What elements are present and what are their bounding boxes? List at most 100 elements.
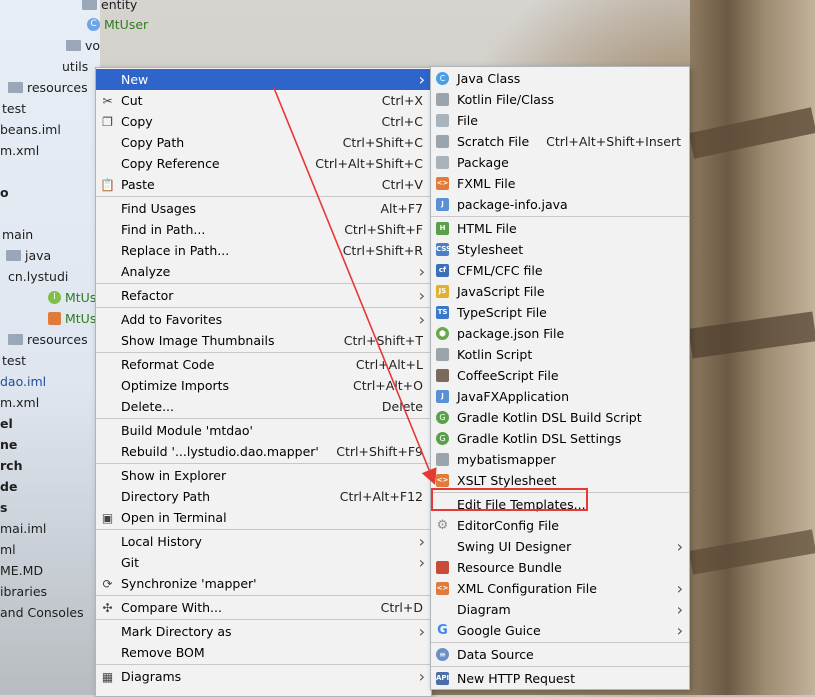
menu-item-coffeescript-file[interactable]: CoffeeScript File <box>431 365 689 386</box>
tree-item[interactable]: ne <box>0 437 17 452</box>
api-icon: API <box>435 671 450 686</box>
tree-item[interactable]: resources <box>8 80 88 95</box>
menu-item-fxml-file[interactable]: <> FXML File <box>431 173 689 194</box>
menu-item-google-guice[interactable]: G Google Guice › <box>431 620 689 641</box>
tree-item[interactable]: ibraries <box>0 584 47 599</box>
menu-item-find-usages[interactable]: Find Usages Alt+F7 <box>96 198 431 219</box>
menu-item-new-http-request[interactable]: API New HTTP Request <box>431 668 689 689</box>
tree-item[interactable]: m.xml <box>0 143 39 158</box>
menu-item-add-to-favorites[interactable]: Add to Favorites › <box>96 309 431 330</box>
menu-item-label: mybatismapper <box>457 452 556 467</box>
menu-item-copy-reference[interactable]: Copy Reference Ctrl+Alt+Shift+C <box>96 153 431 174</box>
menu-item-directory-path[interactable]: Directory Path Ctrl+Alt+F12 <box>96 486 431 507</box>
menu-item-label: HTML File <box>457 221 517 236</box>
tree-item[interactable]: entity <box>82 0 137 12</box>
menu-item-find-in-path[interactable]: Find in Path... Ctrl+Shift+F <box>96 219 431 240</box>
tree-item[interactable]: rch <box>0 458 22 473</box>
menu-item-mybatismapper[interactable]: mybatismapper <box>431 449 689 470</box>
menu-item-package[interactable]: Package <box>431 152 689 173</box>
menu-separator <box>96 418 431 419</box>
tree-item[interactable]: cn.lystudi <box>8 269 68 284</box>
tree-item[interactable]: ml <box>0 542 16 557</box>
menu-item-optimize-imports[interactable]: Optimize Imports Ctrl+Alt+O <box>96 375 431 396</box>
menu-item-open-in-terminal[interactable]: ▣ Open in Terminal <box>96 507 431 528</box>
menu-item-label: Git <box>121 555 140 570</box>
shortcut-label: Ctrl+Alt+F12 <box>339 489 423 504</box>
tree-item[interactable]: and Consoles <box>0 605 84 620</box>
menu-separator <box>96 664 431 665</box>
tree-item[interactable]: de <box>0 479 17 494</box>
tree-item[interactable]: mai.iml <box>0 521 46 536</box>
menu-item-local-history[interactable]: Local History › <box>96 531 431 552</box>
menu-item-xml-configuration-file[interactable]: <> XML Configuration File › <box>431 578 689 599</box>
menu-item-remove-bom[interactable]: Remove BOM <box>96 642 431 663</box>
menu-item-javascript-file[interactable]: JS JavaScript File <box>431 281 689 302</box>
shortcut-label: Ctrl+V <box>381 177 423 192</box>
menu-item-replace-in-path[interactable]: Replace in Path... Ctrl+Shift+R <box>96 240 431 261</box>
menu-item-synchronize-mapper[interactable]: ⟳ Synchronize 'mapper' <box>96 573 431 594</box>
menu-item-java-class[interactable]: C Java Class <box>431 68 689 89</box>
menu-item-editorconfig-file[interactable]: ⚙ EditorConfig File <box>431 515 689 536</box>
menu-item-copy[interactable]: ❐ Copy Ctrl+C <box>96 111 431 132</box>
tree-item[interactable]: resources <box>8 332 88 347</box>
menu-item-diagram[interactable]: Diagram › <box>431 599 689 620</box>
menu-item-refactor[interactable]: Refactor › <box>96 285 431 306</box>
menu-item-kotlin-script[interactable]: Kotlin Script <box>431 344 689 365</box>
menu-item-html-file[interactable]: H HTML File <box>431 218 689 239</box>
chevron-right-icon: › <box>676 579 683 598</box>
tree-item[interactable]: utils <box>62 59 88 74</box>
tree-item[interactable]: test <box>2 101 26 116</box>
menu-item-show-image-thumbnails[interactable]: Show Image Thumbnails Ctrl+Shift+T <box>96 330 431 351</box>
menu-item-copy-path[interactable]: Copy Path Ctrl+Shift+C <box>96 132 431 153</box>
tree-item[interactable]: beans.iml <box>0 122 61 137</box>
menu-item-label: package.json File <box>457 326 565 341</box>
menu-item-mark-directory-as[interactable]: Mark Directory as › <box>96 621 431 642</box>
menu-item-diagrams[interactable]: ▦ Diagrams › <box>96 666 431 687</box>
menu-separator <box>96 529 431 530</box>
menu-item-resource-bundle[interactable]: Resource Bundle <box>431 557 689 578</box>
tree-item[interactable]: s <box>0 500 7 515</box>
shortcut-label: Ctrl+Alt+Shift+C <box>315 156 423 171</box>
menu-item-show-in-explorer[interactable]: Show in Explorer <box>96 465 431 486</box>
menu-item-gradle-kotlin-dsl-build-script[interactable]: G Gradle Kotlin DSL Build Script <box>431 407 689 428</box>
tree-item[interactable]: C MtUser <box>87 17 148 32</box>
tree-item[interactable]: main <box>2 227 33 242</box>
tree-item[interactable]: dao.iml <box>0 374 46 389</box>
menu-item-swing-ui-designer[interactable]: Swing UI Designer › <box>431 536 689 557</box>
menu-item-git[interactable]: Git › <box>96 552 431 573</box>
menu-item-gradle-kotlin-dsl-settings[interactable]: G Gradle Kotlin DSL Settings <box>431 428 689 449</box>
tree-item[interactable]: el <box>0 416 13 431</box>
tree-item[interactable]: java <box>6 248 51 263</box>
menu-item-typescript-file[interactable]: TS TypeScript File <box>431 302 689 323</box>
menu-item-scratch-file[interactable]: Scratch File Ctrl+Alt+Shift+Insert <box>431 131 689 152</box>
menu-item-rebuild-lystudio-dao-mapper[interactable]: Rebuild '...lystudio.dao.mapper' Ctrl+Shi… <box>96 441 431 462</box>
tree-item[interactable]: ME.MD <box>0 563 43 578</box>
menu-item-compare-with[interactable]: ✣ Compare With... Ctrl+D <box>96 597 431 618</box>
menu-item-label: Package <box>457 155 509 170</box>
menu-item-new[interactable]: New › <box>96 69 431 90</box>
typescript-file-icon: TS <box>435 305 450 320</box>
menu-item-build-module-mtdao[interactable]: Build Module 'mtdao' <box>96 420 431 441</box>
tree-item[interactable]: test <box>2 353 26 368</box>
menu-item-delete[interactable]: Delete... Delete <box>96 396 431 417</box>
menu-item-analyze[interactable]: Analyze › <box>96 261 431 282</box>
tree-item[interactable]: m.xml <box>0 395 39 410</box>
menu-item-javafxapplication[interactable]: J JavaFXApplication <box>431 386 689 407</box>
menu-item-reformat-code[interactable]: Reformat Code Ctrl+Alt+L <box>96 354 431 375</box>
tree-item[interactable]: o <box>0 185 9 200</box>
menu-item-cfml-cfc-file[interactable]: cf CFML/CFC file <box>431 260 689 281</box>
menu-item-label: Stylesheet <box>457 242 524 257</box>
tree-item-label: vo <box>85 38 101 53</box>
menu-item-stylesheet[interactable]: CSS Stylesheet <box>431 239 689 260</box>
tree-item[interactable]: vo <box>66 38 100 53</box>
menu-item-package-info-java[interactable]: Jpackage-info.java <box>431 194 689 215</box>
chevron-right-icon: › <box>418 553 425 572</box>
menu-item-file[interactable]: File <box>431 110 689 131</box>
menu-item-paste[interactable]: 📋 Paste Ctrl+V <box>96 174 431 195</box>
menu-item-kotlin-file-class[interactable]: Kotlin File/Class <box>431 89 689 110</box>
menu-item-data-source[interactable]: ≡ Data Source <box>431 644 689 665</box>
menu-item-label: Gradle Kotlin DSL Settings <box>457 431 622 446</box>
menu-item-cut[interactable]: ✂ Cut Ctrl+X <box>96 90 431 111</box>
menu-item-package-json-file[interactable]: ⬢ package.json File <box>431 323 689 344</box>
xml-icon <box>48 312 61 325</box>
